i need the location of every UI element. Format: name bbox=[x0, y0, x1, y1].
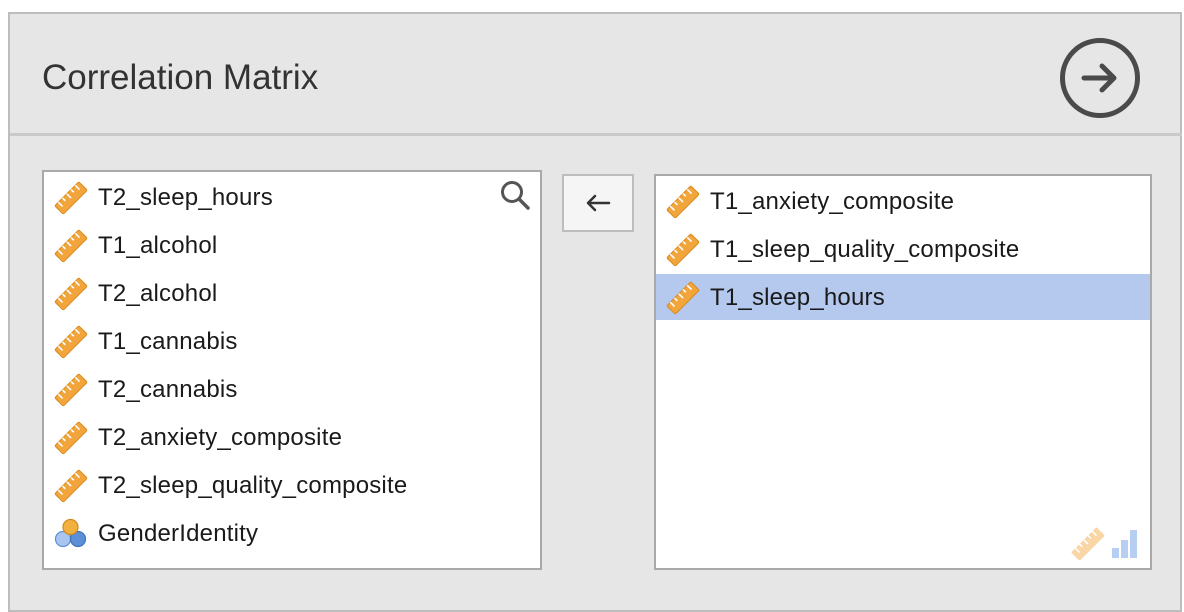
arrow-right-circle-icon bbox=[1081, 63, 1117, 93]
nominal-icon bbox=[54, 518, 87, 548]
list-item[interactable]: T1_sleep_quality_composite bbox=[656, 226, 1150, 272]
list-item[interactable]: T1_sleep_hours bbox=[656, 274, 1150, 320]
list-item[interactable]: T1_anxiety_composite bbox=[656, 178, 1150, 224]
list-item-label: T1_cannabis bbox=[98, 328, 238, 355]
list-item[interactable]: T2_cannabis bbox=[44, 366, 540, 412]
selected-variables-list[interactable]: T1_anxiety_composite T1_sleep_quality_com… bbox=[654, 174, 1152, 570]
ruler-icon bbox=[54, 421, 88, 455]
list-item[interactable]: T2_alcohol bbox=[44, 270, 540, 316]
list-item-label: T2_sleep_hours bbox=[98, 184, 273, 211]
panel-title: Correlation Matrix bbox=[42, 58, 319, 97]
ruler-icon bbox=[666, 281, 700, 315]
list-item-label: T1_sleep_hours bbox=[710, 284, 885, 311]
ruler-icon bbox=[666, 185, 700, 219]
run-button[interactable] bbox=[1060, 38, 1140, 118]
list-item-label: GenderIdentity bbox=[98, 520, 259, 547]
ruler-icon bbox=[54, 277, 88, 311]
list-item[interactable]: T1_cannabis bbox=[44, 318, 540, 364]
ruler-icon bbox=[1071, 527, 1105, 560]
ruler-icon bbox=[54, 373, 88, 407]
list-item[interactable]: T2_sleep_quality_composite bbox=[44, 462, 540, 508]
list-item-label: T1_alcohol bbox=[98, 232, 218, 259]
list-item[interactable]: T2_anxiety_composite bbox=[44, 414, 540, 460]
list-item[interactable]: GenderIdentity bbox=[44, 510, 540, 556]
list-item-label: T2_sleep_quality_composite bbox=[98, 472, 408, 499]
header-divider bbox=[10, 133, 1182, 136]
list-item-label: T1_sleep_quality_composite bbox=[710, 236, 1020, 263]
ordinal-bars-icon bbox=[1112, 530, 1137, 558]
correlation-matrix-panel: Correlation Matrix T2_sleep_hours T1_alco… bbox=[8, 12, 1182, 612]
list-item-label: T2_cannabis bbox=[98, 376, 238, 403]
arrow-left-icon bbox=[586, 194, 611, 212]
list-item[interactable]: T1_alcohol bbox=[44, 222, 540, 268]
list-item-label: T2_anxiety_composite bbox=[98, 424, 343, 451]
list-item-label: T1_anxiety_composite bbox=[710, 188, 955, 215]
list-item[interactable]: T2_sleep_hours bbox=[44, 174, 540, 220]
available-variables-list[interactable]: T2_sleep_hours T1_alcohol T2_alcohol T1_can… bbox=[42, 170, 542, 570]
ruler-icon bbox=[54, 325, 88, 359]
allowed-types-icons bbox=[1071, 527, 1137, 560]
ruler-icon bbox=[54, 181, 88, 215]
ruler-icon bbox=[54, 469, 88, 503]
list-item-label: T2_alcohol bbox=[98, 280, 218, 307]
ruler-icon bbox=[666, 233, 700, 267]
ruler-icon bbox=[54, 229, 88, 263]
move-variable-button[interactable] bbox=[562, 174, 634, 232]
